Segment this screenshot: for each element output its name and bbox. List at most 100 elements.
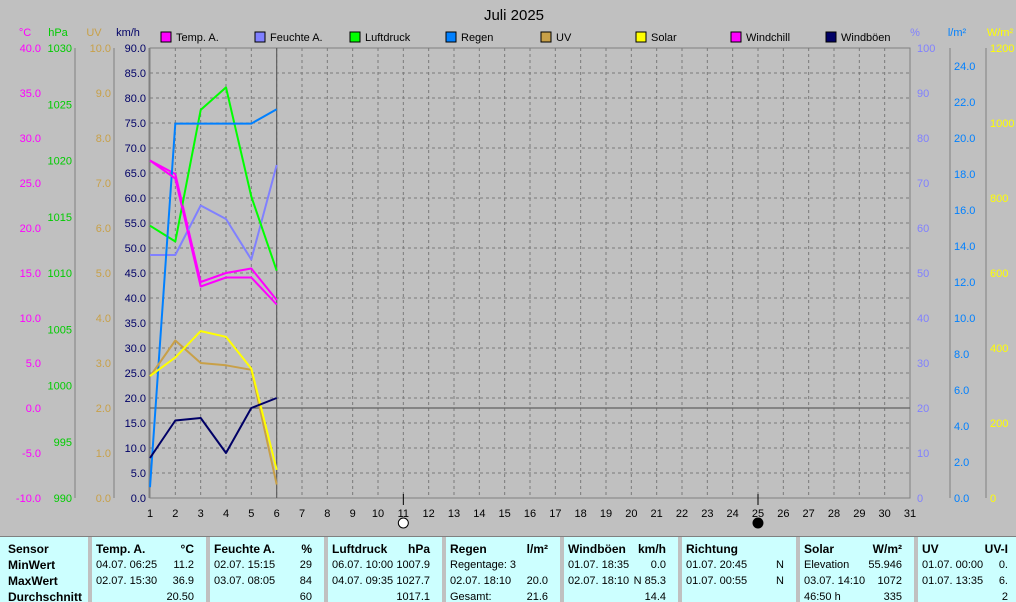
rain-unit-label: l/m² bbox=[948, 27, 967, 39]
x-tick-label: 15 bbox=[499, 508, 511, 520]
stats-column: Richtung 01.07. 20:45 N 01.07. 00:55 N bbox=[678, 537, 792, 602]
wind-tick-label: 0.0 bbox=[131, 493, 146, 505]
column-unit: km/h bbox=[637, 542, 666, 556]
column-title: Temp. A. bbox=[96, 542, 146, 556]
hum-tick-label: 50 bbox=[917, 268, 929, 280]
x-tick-label: 20 bbox=[625, 508, 637, 520]
uv-tick-label: 4.0 bbox=[96, 313, 111, 325]
row-value: 1072 bbox=[877, 575, 902, 587]
hum-tick-label: 10 bbox=[917, 448, 929, 460]
legend-label: Feuchte A. bbox=[270, 32, 323, 44]
left-axes: -10.0 -5.0 0.0 5.0 10.0 15.0 20.0 25.0 30.0 35.0 4… bbox=[16, 43, 150, 505]
legend-swatch bbox=[349, 31, 361, 43]
press-tick-label: 1020 bbox=[48, 156, 72, 168]
rain-tick-label: 20.0 bbox=[954, 133, 975, 145]
rain-tick-label: 0.0 bbox=[954, 493, 969, 505]
legend-swatch bbox=[160, 31, 172, 43]
stats-column: UV UV-I 01.07. 00:00 0. 01.07. 13:35 6. 2 bbox=[914, 537, 1016, 602]
row-value: 14.4 bbox=[644, 591, 666, 602]
wind-tick-label: 5.0 bbox=[131, 468, 146, 480]
rain-tick-label: 4.0 bbox=[954, 421, 969, 433]
row-label: MaxWert bbox=[8, 574, 58, 588]
column-title: Richtung bbox=[686, 542, 738, 556]
x-tick-label: 7 bbox=[299, 508, 305, 520]
rain-tick-label: 16.0 bbox=[954, 205, 975, 217]
wind-tick-label: 55.0 bbox=[125, 218, 146, 230]
row-value: 84 bbox=[299, 575, 312, 587]
legend-swatch bbox=[825, 31, 837, 43]
wind-tick-label: 10.0 bbox=[125, 443, 146, 455]
x-tick-label: 29 bbox=[853, 508, 865, 520]
uv-tick-label: 7.0 bbox=[96, 178, 111, 190]
legend: Temp. A. Feuchte A. Luftdruck Regen UV Solar W… bbox=[160, 31, 891, 44]
wind-tick-label: 60.0 bbox=[125, 193, 146, 205]
column-title: Luftdruck bbox=[332, 542, 388, 556]
stats-column: Temp. A. °C 04.07. 06:25 11.2 02.07. 15:30 36… bbox=[88, 537, 202, 602]
uv-tick-label: 8.0 bbox=[96, 133, 111, 145]
press-tick-label: 1000 bbox=[48, 381, 72, 393]
temp-tick-label: 0.0 bbox=[26, 403, 41, 415]
press-tick-label: 1010 bbox=[48, 268, 72, 280]
legend-label: UV bbox=[556, 32, 572, 44]
column-separator bbox=[88, 537, 92, 602]
solar-tick-label: 200 bbox=[990, 418, 1008, 430]
row-timestamp: 03.07. 08:05 bbox=[214, 575, 276, 587]
solar-tick-label: 400 bbox=[990, 343, 1008, 355]
column-separator bbox=[324, 537, 328, 602]
wind-tick-label: 40.0 bbox=[125, 293, 146, 305]
uv-tick-label: 5.0 bbox=[96, 268, 111, 280]
rain-tick-label: 6.0 bbox=[954, 385, 969, 397]
rain-tick-label: 22.0 bbox=[954, 97, 975, 109]
legend-swatch bbox=[540, 31, 552, 43]
press-tick-label: 1015 bbox=[48, 212, 72, 224]
column-unit: l/m² bbox=[526, 542, 548, 556]
hum-tick-label: 80 bbox=[917, 133, 929, 145]
wind-tick-label: 65.0 bbox=[125, 168, 146, 180]
column-unit: % bbox=[301, 542, 312, 556]
row-label: MinWert bbox=[8, 558, 56, 572]
row-timestamp: 01.07. 20:45 bbox=[686, 559, 748, 571]
column-separator bbox=[442, 537, 446, 602]
x-tick-label: 8 bbox=[324, 508, 330, 520]
row-value: N 85.3 bbox=[633, 575, 666, 587]
legend-swatch bbox=[635, 31, 647, 43]
column-title: Regen bbox=[450, 542, 487, 556]
rain-tick-label: 24.0 bbox=[954, 61, 975, 73]
temp-tick-label: 15.0 bbox=[20, 268, 41, 280]
wind-tick-label: 70.0 bbox=[125, 143, 146, 155]
stats-column: Sensor MinWert MaxWert Durchschnitt bbox=[0, 537, 88, 602]
column-title: Windböen bbox=[568, 542, 626, 556]
row-timestamp: 02.07. 15:15 bbox=[214, 559, 276, 571]
x-tick-label: 2 bbox=[172, 508, 178, 520]
column-separator bbox=[206, 537, 210, 602]
row-value: 20.0 bbox=[526, 575, 548, 587]
legend-label: Windböen bbox=[841, 32, 891, 44]
x-tick-label: 23 bbox=[701, 508, 713, 520]
legend-swatch bbox=[254, 31, 266, 43]
uv-tick-label: 2.0 bbox=[96, 403, 111, 415]
row-value: 60 bbox=[299, 591, 312, 602]
hum-tick-label: 0 bbox=[917, 493, 923, 505]
row-value: 55.946 bbox=[868, 559, 902, 571]
solar-tick-label: 1200 bbox=[990, 43, 1014, 55]
uv-tick-label: 6.0 bbox=[96, 223, 111, 235]
column-separator bbox=[796, 537, 800, 602]
legend-label: Regen bbox=[461, 32, 493, 44]
wind-tick-label: 25.0 bbox=[125, 368, 146, 380]
x-tick-label: 10 bbox=[372, 508, 384, 520]
x-tick-label: 13 bbox=[448, 508, 460, 520]
x-tick-label: 27 bbox=[803, 508, 815, 520]
x-tick-label: 6 bbox=[274, 508, 280, 520]
temp-tick-label: 35.0 bbox=[20, 88, 41, 100]
x-tick-label: 12 bbox=[423, 508, 435, 520]
row-value: 6. bbox=[998, 575, 1008, 587]
row-timestamp: 01.07. 00:55 bbox=[686, 575, 748, 587]
hum-tick-label: 90 bbox=[917, 88, 929, 100]
column-separator bbox=[914, 537, 918, 602]
row-value: N bbox=[776, 575, 784, 587]
temp-tick-label: 10.0 bbox=[20, 313, 41, 325]
row-value: 0.0 bbox=[650, 559, 666, 571]
solar-tick-label: 1000 bbox=[990, 118, 1014, 130]
stats-column: Windböen km/h 01.07. 18:35 0.0 02.07. 18:10 N… bbox=[560, 537, 674, 602]
x-tick-label: 31 bbox=[904, 508, 916, 520]
